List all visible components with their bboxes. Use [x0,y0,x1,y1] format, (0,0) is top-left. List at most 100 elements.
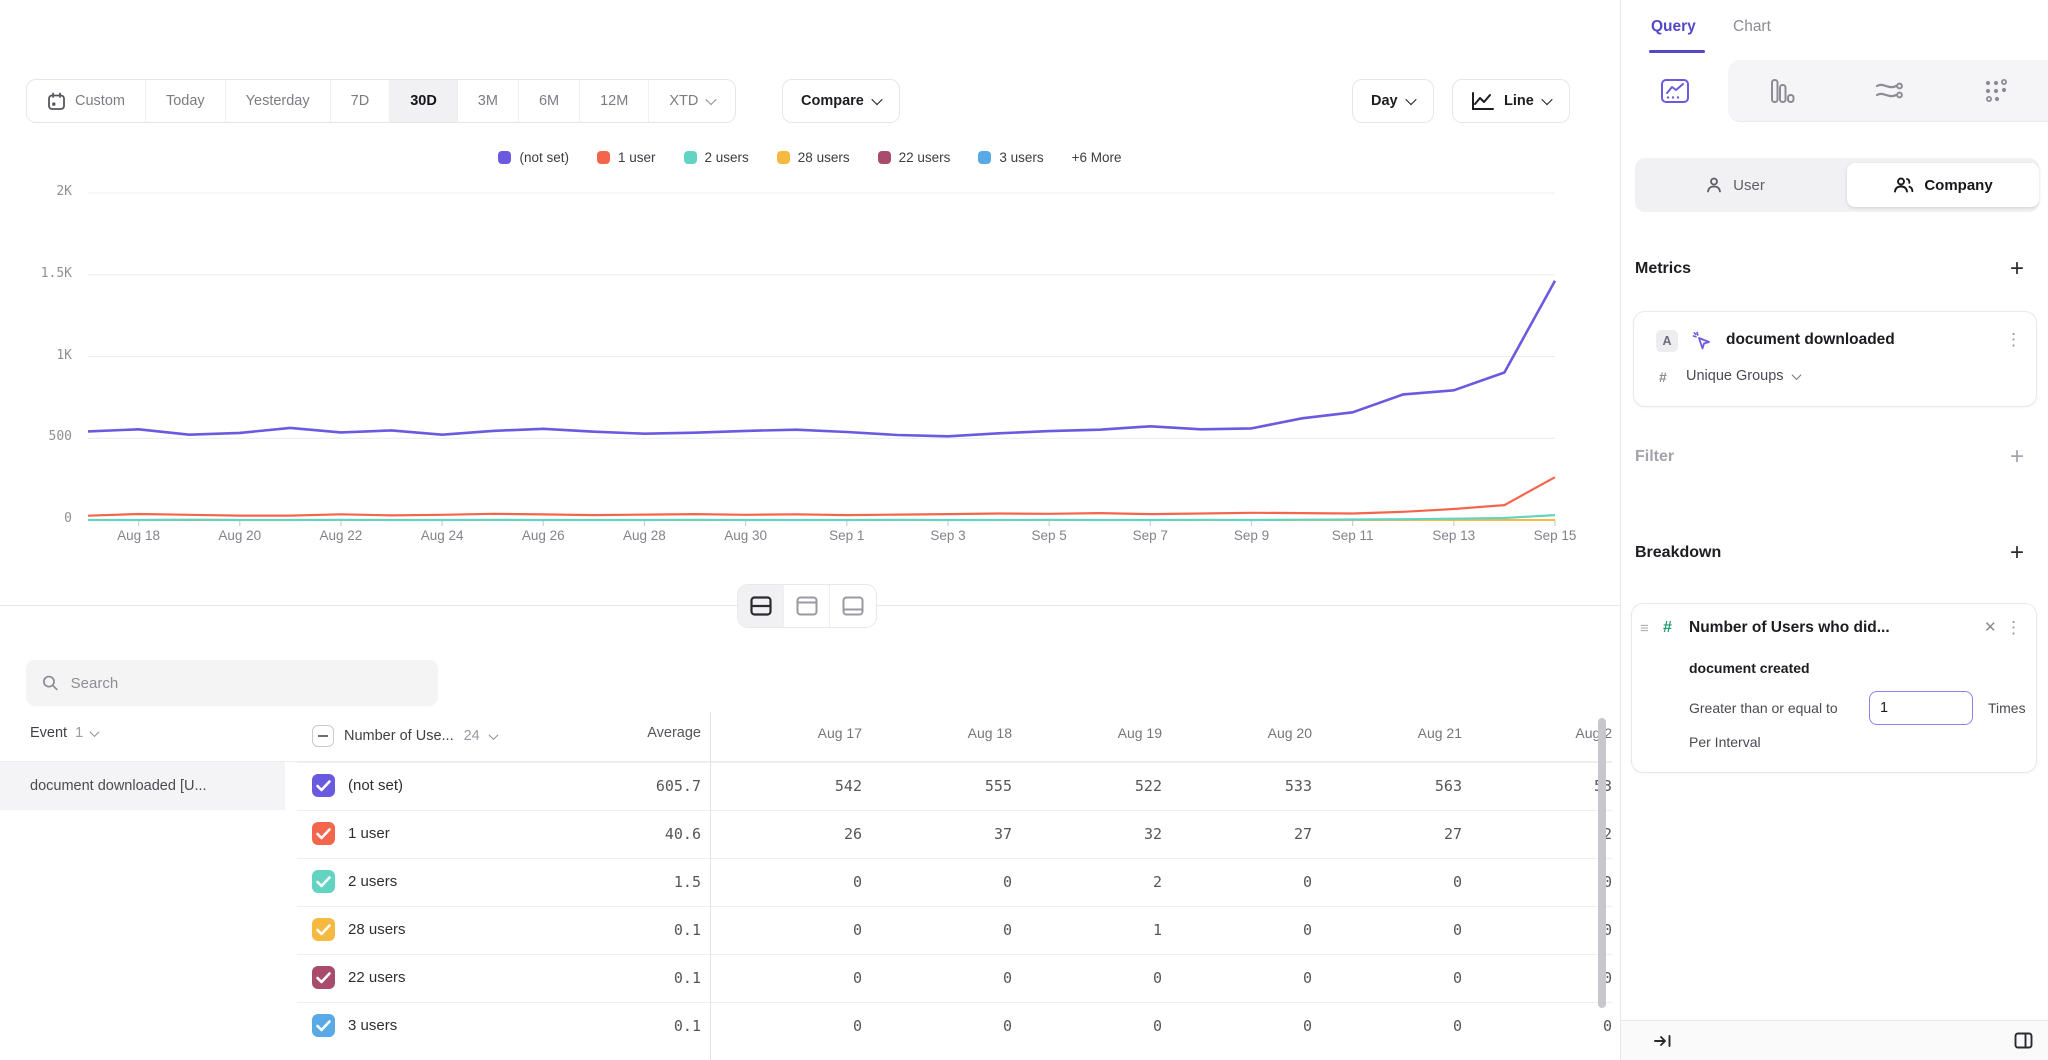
row-cell-value: 26 [712,810,862,858]
range-6m[interactable]: 6M [519,80,580,122]
row-cell-value: 0 [1462,858,1612,906]
range-yesterday[interactable]: Yesterday [226,80,331,122]
metric-menu-icon[interactable]: ⋮ [2005,330,2022,350]
row-cell-value: 522 [1012,762,1162,810]
row-group-name: 28 users [348,906,406,954]
chart-type-bar-tab[interactable] [1728,60,1835,122]
row-average-value: 0.1 [541,1002,701,1050]
chevron-down-icon [1541,94,1552,105]
add-breakdown-button[interactable]: + [2006,542,2028,564]
chart-type-scatter-tab[interactable] [1942,60,2048,122]
range-12m[interactable]: 12M [580,80,649,122]
bar-chart-icon [1769,78,1795,104]
number-property-icon: # [1663,619,1672,637]
tab-chart[interactable]: Chart [1733,18,1771,36]
date-range-group: Custom Today Yesterday 7D30D3M6M12M XTD [26,79,736,123]
compare-label: Compare [801,93,864,109]
table-row: 28 users0.1001000 [0,906,1612,954]
table-scrollbar[interactable] [1598,718,1606,1008]
search-input[interactable] [71,675,422,692]
row-cell-value: 0 [862,1002,1012,1050]
x-axis-tick-label: Sep 13 [1414,528,1494,543]
row-cell-value: 0 [1162,1002,1312,1050]
chevron-down-icon [488,730,498,740]
layout-table-only-button[interactable] [830,585,876,627]
row-checkbox[interactable] [312,966,335,989]
range-xtd[interactable]: XTD [649,80,735,122]
row-cell-value: 0 [1312,1002,1462,1050]
scope-user-option[interactable]: User [1635,158,1835,212]
row-checkbox[interactable] [312,918,335,941]
chart-type-flow-tab[interactable] [1835,60,1942,122]
row-checkbox[interactable] [312,870,335,893]
frozen-column-divider [710,712,711,1060]
layout-chart-only-button[interactable] [784,585,830,627]
collapse-panel-icon[interactable] [1653,1033,1673,1049]
add-filter-button[interactable]: + [2006,446,2028,468]
event-column-header[interactable]: Event 1 [30,725,98,741]
row-average-value: 0.1 [541,906,701,954]
range-3m[interactable]: 3M [458,80,519,122]
chart-type-tabs [1621,60,2048,122]
chevron-down-icon [1405,94,1416,105]
event-row-label[interactable]: document downloaded [U... [0,762,285,810]
chevron-down-icon [871,94,882,105]
x-axis-tick-label: Aug 22 [301,528,381,543]
chart-type-line-tab[interactable] [1621,60,1728,122]
range-label: Yesterday [246,93,310,109]
event-click-icon [1691,330,1713,352]
range-custom[interactable]: Custom [27,80,146,122]
breakdown-card[interactable]: ≡ # Number of Users who did... ✕ ⋮ docum… [1631,603,2037,773]
scope-company-option[interactable]: Company [1847,163,2039,207]
compare-button[interactable]: Compare [782,79,900,123]
breakdown-unit-label: Times [1988,700,2026,716]
row-average-value: 605.7 [541,762,701,810]
group-column-header[interactable]: Number of Use... 24 [312,725,497,747]
row-group-name: 3 users [348,1002,397,1050]
row-cell-value: 27 [1162,810,1312,858]
row-checkbox[interactable] [312,774,335,797]
users-icon [1893,176,1914,194]
event-header-label: Event [30,725,67,741]
date-column-header: Aug 21 [1312,725,1462,741]
metric-measure-dropdown[interactable]: Unique Groups [1686,368,1800,384]
tab-query[interactable]: Query [1651,18,1696,36]
chart-type-button[interactable]: Line [1452,79,1570,123]
metric-card[interactable]: A document downloaded ⋮ # Unique Groups [1633,311,2037,407]
metrics-section-title: Metrics [1635,260,1691,278]
date-column-header: Aug 17 [712,725,862,741]
average-column-header: Average [541,725,701,741]
table-row: 1 user40.626373227272 [0,810,1612,858]
series-line--not-set- [88,281,1555,437]
interval-button[interactable]: Day [1352,79,1434,123]
group-count: 24 [464,728,480,744]
range-30d[interactable]: 30D [390,80,458,122]
range-7d[interactable]: 7D [331,80,391,122]
y-axis-tick-label: 0 [0,511,72,526]
row-checkbox[interactable] [312,822,335,845]
breakdown-value-input[interactable] [1869,691,1973,725]
row-cell-value: 542 [712,762,862,810]
select-all-checkbox[interactable] [312,725,334,747]
row-group-name: (not set) [348,762,403,810]
y-axis-tick-label: 1K [0,348,72,363]
y-axis-tick-label: 500 [0,429,72,444]
range-label: XTD [669,93,698,109]
close-icon[interactable]: ✕ [1984,618,1997,636]
add-metric-button[interactable]: + [2006,258,2028,280]
breakdown-menu-icon[interactable]: ⋮ [2005,618,2022,638]
side-panel-icon[interactable] [2014,1032,2033,1049]
row-cell-value: 2 [1012,858,1162,906]
row-cell-value: 0 [1162,906,1312,954]
drag-handle-icon[interactable]: ≡ [1640,620,1649,637]
x-axis-tick-label: Sep 15 [1515,528,1595,543]
filter-section-title: Filter [1635,448,1674,466]
range-today[interactable]: Today [146,80,226,122]
row-checkbox[interactable] [312,1014,335,1037]
row-cell-value: 1 [1012,906,1162,954]
range-label: Today [166,93,205,109]
x-axis-tick-label: Sep 5 [1009,528,1089,543]
x-axis-tick-label: Aug 20 [200,528,280,543]
bottom-layout-icon [842,596,864,616]
layout-split-button[interactable] [738,585,784,627]
